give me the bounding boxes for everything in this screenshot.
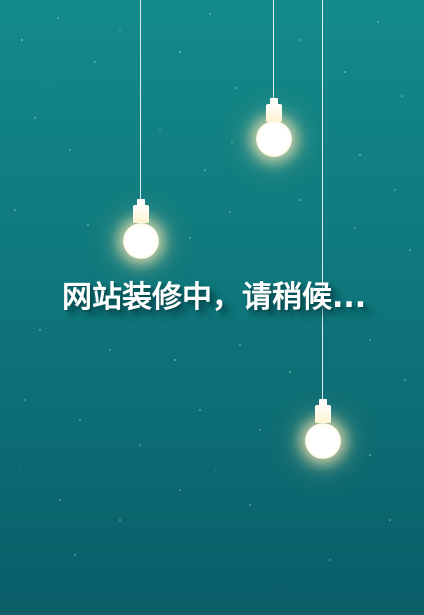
maintenance-message: 网站装修中，请稍候... [62,280,367,315]
light-bulb-icon [121,0,161,262]
light-bulb-icon [303,0,343,462]
light-bulb-icon [254,0,294,158]
